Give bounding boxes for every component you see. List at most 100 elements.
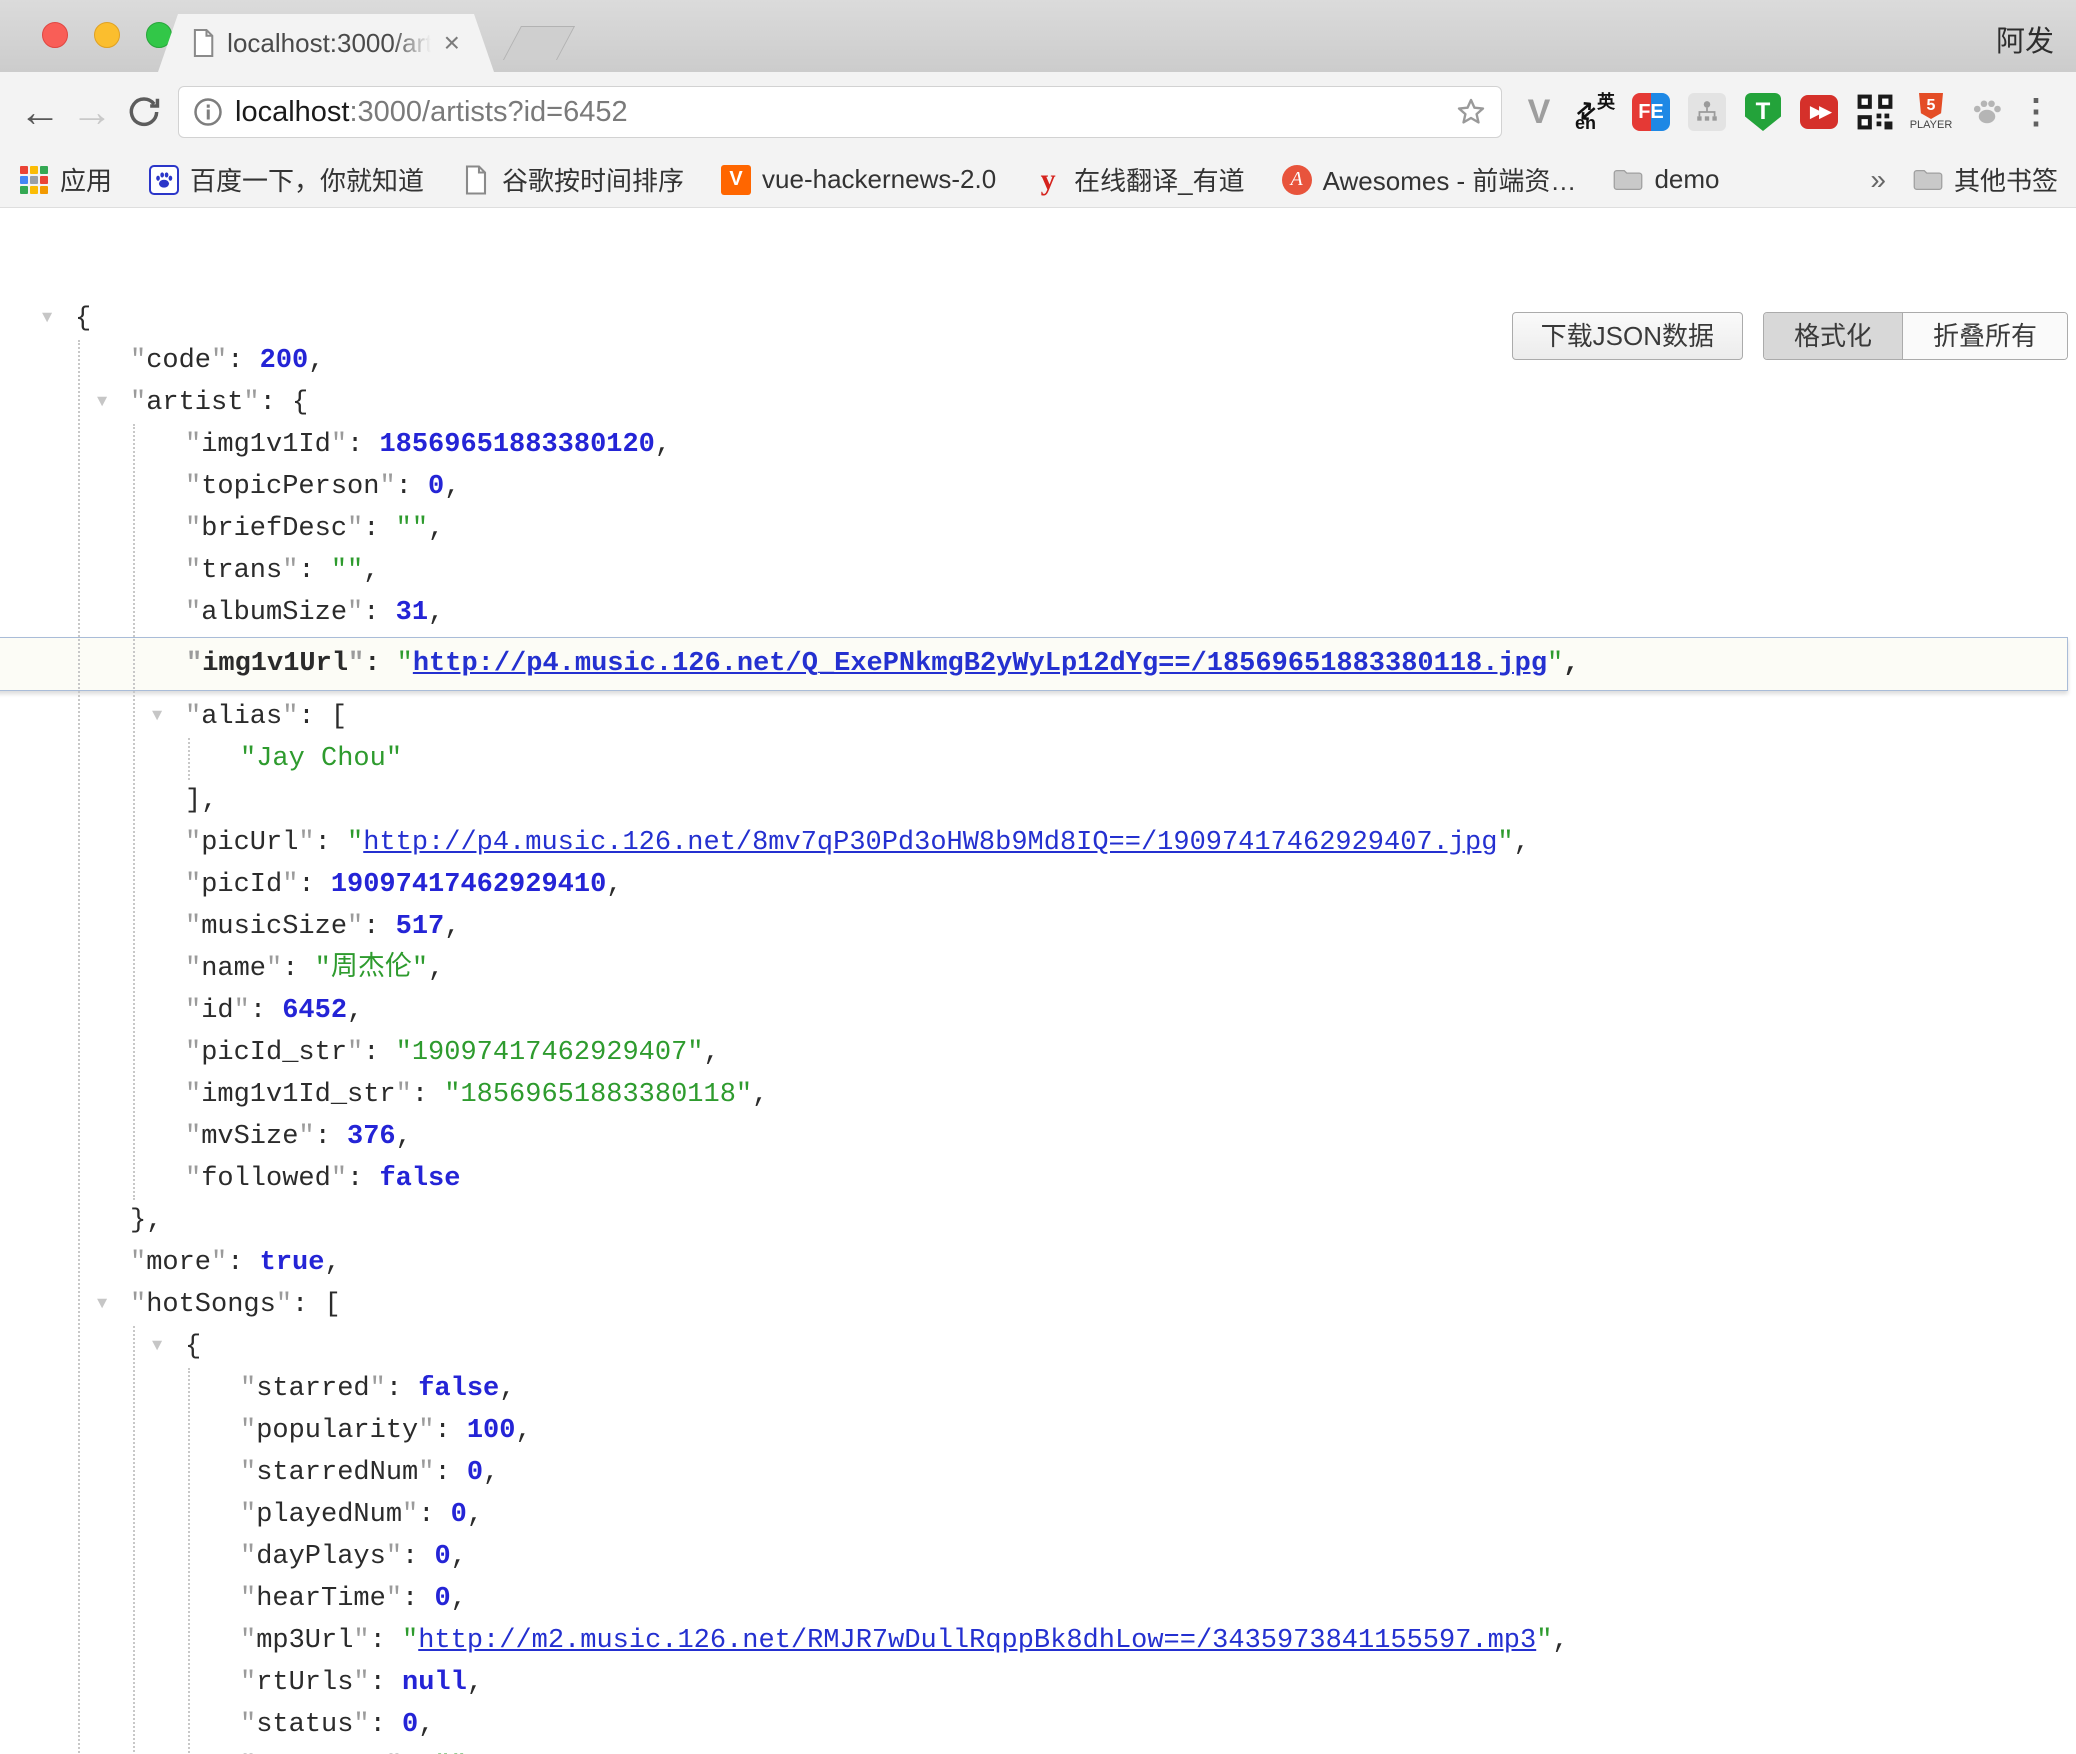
org-chart-icon[interactable]: [1684, 89, 1730, 135]
bookmark-item[interactable]: 百度一下，你就知道: [148, 161, 424, 198]
url-bar[interactable]: localhost:3000/artists?id=6452: [178, 86, 1502, 138]
json-row-albumSize: "albumSize": 31,: [0, 592, 2076, 634]
forward-button: →: [66, 86, 118, 138]
bookmarks-bar: 应用 百度一下，你就知道 谷歌按时间排序 Vvue-hackernews-2.0 y 在线…: [0, 152, 2076, 208]
reload-icon: [125, 93, 163, 131]
json-row-hotSongs[interactable]: ▼"hotSongs": [: [0, 1284, 2076, 1326]
json-row-more: "more": true,: [0, 1242, 2076, 1284]
bookmark-label: 百度一下，你就知道: [190, 161, 424, 198]
json-row-copyFrom: "copyFrom": "",: [0, 1746, 2076, 1754]
indent-guide: [78, 340, 80, 1754]
window-titlebar: localhost:3000/artists?id=645 × 阿发: [0, 0, 2076, 72]
json-row-img1v1Id_str: "img1v1Id_str": "18569651883380118",: [0, 1074, 2076, 1116]
indent-guide: [188, 738, 190, 780]
json-row[interactable]: ▼{: [0, 1326, 2076, 1368]
other-bookmarks-folder[interactable]: 其他书签: [1912, 161, 2058, 198]
json-row-id: "id": 6452,: [0, 990, 2076, 1032]
youdao-icon: y: [1032, 164, 1064, 196]
json-link[interactable]: http://p4.music.126.net/Q_ExePNkmgB2yWyL…: [413, 649, 1547, 679]
json-row-status: "status": 0,: [0, 1704, 2076, 1746]
html5-player-icon[interactable]: 5PLAYER: [1908, 89, 1954, 135]
bookmarks-overflow-chevron[interactable]: »: [1870, 164, 1886, 196]
collapse-triangle-icon[interactable]: ▼: [152, 1326, 162, 1368]
bookmark-item[interactable]: AAwesomes - 前端资…: [1281, 161, 1577, 198]
tab-title: localhost:3000/artists?id=645: [227, 28, 437, 59]
reload-button[interactable]: [118, 86, 170, 138]
apps-grid-icon: [18, 164, 50, 196]
json-row: ],: [0, 780, 2076, 822]
tab-close-icon[interactable]: ×: [444, 29, 460, 57]
paw-icon[interactable]: [1964, 89, 2010, 135]
baidu-paw-icon: [148, 164, 180, 196]
collapse-triangle-icon[interactable]: ▼: [97, 382, 107, 424]
json-row-topicPerson: "topicPerson": 0,: [0, 466, 2076, 508]
other-bookmarks-label: 其他书签: [1954, 161, 2058, 198]
json-row-starredNum: "starredNum": 0,: [0, 1452, 2076, 1494]
window-controls: [42, 22, 172, 48]
bookmark-item[interactable]: demo: [1612, 164, 1719, 196]
json-link[interactable]: http://p4.music.126.net/8mv7qP30Pd3oHW8b…: [363, 828, 1497, 858]
json-row-alias[interactable]: ▼"alias": [: [0, 696, 2076, 738]
json-link[interactable]: http://m2.music.126.net/RMJR7wDullRqppBk…: [418, 1626, 1536, 1656]
json-row: "Jay Chou": [0, 738, 2076, 780]
close-window-button[interactable]: [42, 22, 68, 48]
url-text[interactable]: localhost:3000/artists?id=6452: [235, 96, 1455, 129]
json-row-briefDesc: "briefDesc": "",: [0, 508, 2076, 550]
profile-name[interactable]: 阿发: [1996, 18, 2054, 60]
bookmark-label: vue-hackernews-2.0: [762, 164, 996, 195]
collapse-triangle-icon[interactable]: ▼: [42, 298, 52, 340]
bookmark-item[interactable]: 谷歌按时间排序: [460, 161, 684, 198]
bookmark-item[interactable]: 应用: [18, 161, 112, 198]
kebab-menu-icon: ⋮: [2019, 102, 2053, 122]
folder-icon: [1912, 164, 1944, 196]
json-row-starred: "starred": false,: [0, 1368, 2076, 1410]
bookmark-label: Awesomes - 前端资…: [1323, 161, 1577, 198]
page-favicon-icon: [192, 28, 215, 58]
json-row-hearTime: "hearTime": 0,: [0, 1578, 2076, 1620]
bookmark-star-icon[interactable]: [1455, 96, 1487, 128]
new-tab-button[interactable]: [503, 26, 575, 60]
url-host: localhost: [235, 96, 349, 128]
folder-icon: [1612, 164, 1644, 196]
browser-tab[interactable]: localhost:3000/artists?id=645 ×: [158, 14, 494, 72]
json-row-followed: "followed": false: [0, 1158, 2076, 1200]
json-row-rtUrls: "rtUrls": null,: [0, 1662, 2076, 1704]
json-row-dayPlays: "dayPlays": 0,: [0, 1536, 2076, 1578]
json-row-mvSize: "mvSize": 376,: [0, 1116, 2076, 1158]
bookmark-label: demo: [1654, 164, 1719, 195]
json-row: },: [0, 1200, 2076, 1242]
indent-guide: [133, 1326, 135, 1754]
extensions-row: V英en⇄FE T▶▶ 5PLAYER: [1516, 89, 2010, 135]
minimize-window-button[interactable]: [94, 22, 120, 48]
translate-icon[interactable]: 英en⇄: [1572, 89, 1618, 135]
json-row-code: "code": 200,: [0, 340, 2076, 382]
chrome-menu-button[interactable]: ⋮: [2010, 86, 2062, 138]
json-row-artist[interactable]: ▼"artist": {: [0, 382, 2076, 424]
document-icon: [460, 164, 492, 196]
qr-code-icon[interactable]: [1852, 89, 1898, 135]
json-row-trans: "trans": "",: [0, 550, 2076, 592]
json-row-picId: "picId": 19097417462929410,: [0, 864, 2076, 906]
bookmark-label: 应用: [60, 161, 112, 198]
vue-devtools-icon[interactable]: V: [1516, 89, 1562, 135]
json-row-popularity: "popularity": 100,: [0, 1410, 2076, 1452]
json-row-img1v1Id: "img1v1Id": 18569651883380120,: [0, 424, 2076, 466]
bookmark-label: 谷歌按时间排序: [502, 161, 684, 198]
json-row-img1v1Url: "img1v1Url": "http://p4.music.126.net/Q_…: [0, 637, 2068, 691]
collapse-triangle-icon[interactable]: ▼: [97, 1284, 107, 1326]
fast-forward-icon[interactable]: ▶▶: [1796, 89, 1842, 135]
url-path: :3000/artists?id=6452: [349, 96, 627, 128]
json-row-musicSize: "musicSize": 517,: [0, 906, 2076, 948]
bookmark-item[interactable]: y 在线翻译_有道: [1032, 161, 1244, 198]
back-button[interactable]: ←: [14, 86, 66, 138]
collapse-triangle-icon[interactable]: ▼: [152, 696, 162, 738]
page-info-icon[interactable]: [193, 97, 223, 127]
json-row[interactable]: ▼{: [0, 298, 2076, 340]
page-content: 下载JSON数据 格式化 折叠所有 ▼{"code": 200,▼"artist…: [0, 298, 2076, 1754]
tampermonkey-shield-icon[interactable]: T: [1740, 89, 1786, 135]
json-row-playedNum: "playedNum": 0,: [0, 1494, 2076, 1536]
bookmark-item[interactable]: Vvue-hackernews-2.0: [720, 164, 996, 196]
bookmark-label: 在线翻译_有道: [1074, 161, 1244, 198]
json-row-picId_str: "picId_str": "19097417462929407",: [0, 1032, 2076, 1074]
fe-icon[interactable]: FE: [1628, 89, 1674, 135]
